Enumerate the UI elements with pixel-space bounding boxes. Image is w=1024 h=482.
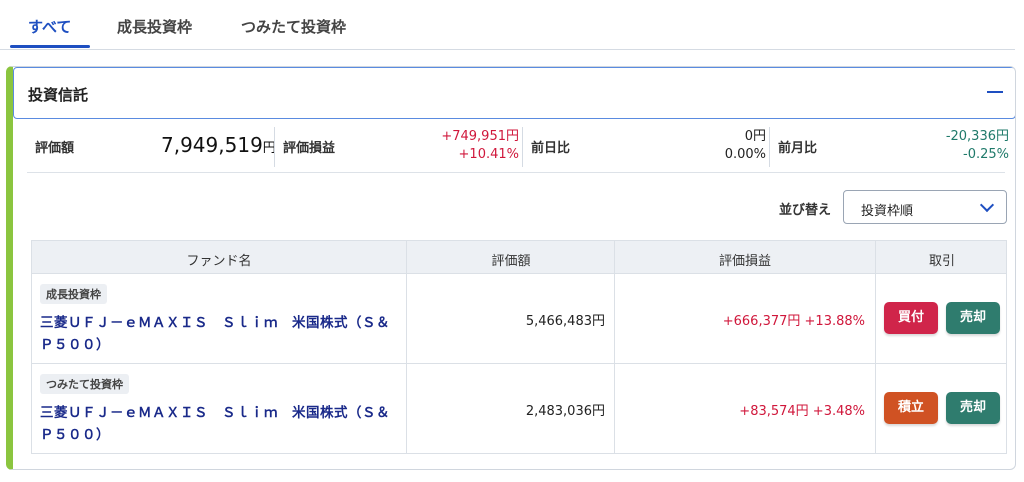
month-change-amount: -20,336円 [945, 129, 1009, 144]
day-change-label: 前日比 [531, 141, 571, 156]
sell-button[interactable]: 売却 [946, 392, 1000, 424]
valuation-value: 7,949,519円 [161, 133, 276, 157]
tab-tsumitate[interactable]: つみたて投資枠 [241, 16, 346, 37]
pl-label: 評価損益 [283, 141, 336, 156]
header-pl: 評価損益 [718, 254, 771, 269]
divider [769, 127, 770, 167]
day-change-amount: 0円 [744, 129, 766, 144]
month-change-percent: -0.25% [963, 147, 1009, 162]
divider [875, 274, 876, 363]
divider [522, 127, 523, 167]
divider [406, 364, 407, 453]
divider [614, 364, 615, 453]
sell-button[interactable]: 売却 [946, 302, 1000, 334]
table-row: つみたて投資枠 三菱ＵＦＪ－ｅＭＡＸＩＳ Ｓｌｉｍ 米国株式（Ｓ＆Ｐ５００） 2… [31, 364, 1007, 454]
accumulate-button[interactable]: 積立 [884, 392, 938, 424]
account-type-badge: つみたて投資枠 [40, 374, 129, 394]
tab-bar: すべて 成長投資枠 つみたて投資枠 [0, 0, 1015, 50]
day-change-percent: 0.00% [724, 147, 766, 162]
mutual-fund-panel: 投資信託 評価額 7,949,519円 評価損益 +749,951円 +10.4… [6, 66, 1016, 470]
fund-pl: +83,574円 +3.48% [739, 404, 865, 419]
divider [614, 274, 615, 363]
fund-valuation: 2,483,036円 [525, 404, 605, 419]
divider [875, 364, 876, 453]
header-valuation: 評価額 [491, 254, 531, 269]
month-change-label: 前月比 [778, 141, 818, 156]
tab-growth[interactable]: 成長投資枠 [117, 16, 192, 37]
header-trade: 取引 [928, 254, 955, 269]
divider [406, 274, 407, 363]
sort-label: 並び替え [779, 203, 832, 218]
valuation-label: 評価額 [35, 141, 75, 156]
tab-all[interactable]: すべて [28, 16, 71, 37]
table-row: 成長投資枠 三菱ＵＦＪ－ｅＭＡＸＩＳ Ｓｌｉｍ 米国株式（Ｓ＆Ｐ５００） 5,4… [31, 274, 1007, 364]
minus-icon[interactable] [987, 91, 1003, 93]
header-fund-name: ファンド名 [186, 254, 252, 269]
summary-row: 評価額 7,949,519円 評価損益 +749,951円 +10.41% 前日… [27, 121, 1009, 173]
pl-amount: +749,951円 [441, 129, 519, 144]
panel-title: 投資信託 [28, 86, 89, 104]
sort-select[interactable]: 投資枠順 [843, 190, 1007, 224]
divider [274, 127, 275, 167]
chevron-down-icon [979, 197, 995, 213]
account-type-badge: 成長投資枠 [40, 284, 107, 304]
sort-selected-value: 投資枠順 [861, 204, 914, 219]
pl-percent: +10.41% [458, 147, 519, 162]
fund-valuation: 5,466,483円 [525, 314, 605, 329]
fund-name-link[interactable]: 三菱ＵＦＪ－ｅＭＡＸＩＳ Ｓｌｉｍ 米国株式（Ｓ＆Ｐ５００） [40, 312, 390, 356]
active-tab-indicator [10, 45, 90, 48]
table-header: ファンド名 評価額 評価損益 取引 [31, 240, 1007, 275]
buy-button[interactable]: 買付 [884, 302, 938, 334]
fund-name-link[interactable]: 三菱ＵＦＪ－ｅＭＡＸＩＳ Ｓｌｉｍ 米国株式（Ｓ＆Ｐ５００） [40, 402, 390, 446]
panel-header[interactable]: 投資信託 [13, 67, 1015, 119]
fund-pl: +666,377円 +13.88% [722, 314, 865, 329]
